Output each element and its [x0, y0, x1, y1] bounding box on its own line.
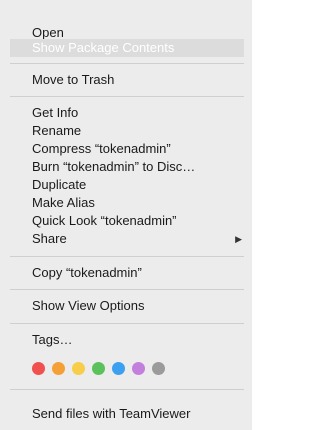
menu-item-burn-to-disc[interactable]: Burn “tokenadmin” to Disc… [10, 158, 244, 176]
context-menu: Open Show Package Contents Move to Trash… [0, 0, 252, 430]
red-tag-icon[interactable] [32, 362, 45, 375]
purple-tag-icon[interactable] [132, 362, 145, 375]
tag-color-row [32, 362, 165, 376]
orange-tag-icon[interactable] [52, 362, 65, 375]
green-tag-icon[interactable] [92, 362, 105, 375]
gray-tag-icon[interactable] [152, 362, 165, 375]
menu-item-tags[interactable]: Tags… [10, 331, 244, 349]
menu-item-show-package-contents[interactable]: Show Package Contents [10, 39, 244, 57]
menu-separator [10, 63, 244, 64]
menu-separator [10, 256, 244, 257]
menu-item-get-info[interactable]: Get Info [10, 104, 244, 122]
yellow-tag-icon[interactable] [72, 362, 85, 375]
menu-item-share-label: Share [32, 231, 67, 246]
menu-separator [10, 323, 244, 324]
menu-item-share[interactable]: Share ▶ [10, 230, 244, 248]
menu-item-quick-look[interactable]: Quick Look “tokenadmin” [10, 212, 244, 230]
menu-item-make-alias[interactable]: Make Alias [10, 194, 244, 212]
chevron-right-icon: ▶ [235, 234, 242, 244]
menu-item-move-to-trash[interactable]: Move to Trash [10, 71, 244, 89]
menu-item-compress[interactable]: Compress “tokenadmin” [10, 140, 244, 158]
menu-item-copy[interactable]: Copy “tokenadmin” [10, 264, 244, 282]
blue-tag-icon[interactable] [112, 362, 125, 375]
menu-separator [10, 96, 244, 97]
menu-separator [10, 389, 244, 390]
menu-item-show-view-options[interactable]: Show View Options [10, 297, 244, 315]
menu-item-duplicate[interactable]: Duplicate [10, 176, 244, 194]
menu-item-send-files-teamviewer[interactable]: Send files with TeamViewer [10, 405, 244, 423]
menu-separator [10, 289, 244, 290]
menu-item-rename[interactable]: Rename [10, 122, 244, 140]
